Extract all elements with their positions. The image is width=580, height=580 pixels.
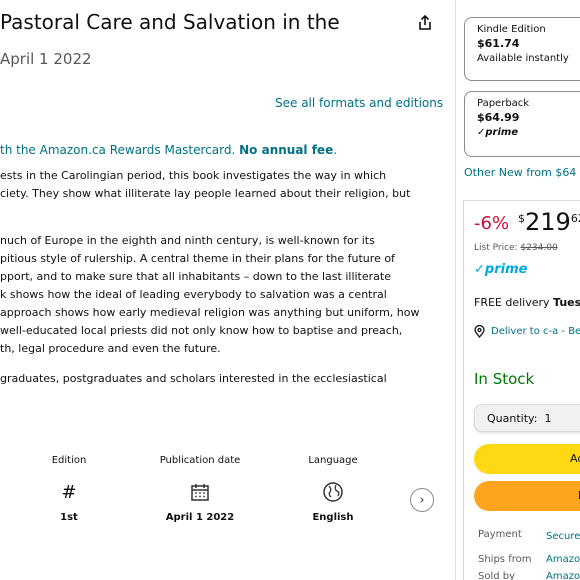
see-all-formats-link[interactable]: See all formats and editions (275, 96, 443, 110)
detail-label: Edition (51, 455, 87, 466)
sold-by-label: Sold by (478, 571, 516, 580)
promo-text: th the Amazon.ca Rewards Mastercard. (0, 143, 236, 157)
format-name: Kindle Edition (477, 24, 546, 35)
chevron-right-icon: › (419, 492, 425, 508)
calendar-icon (150, 480, 250, 504)
description-line: pport, and to make sure that all inhabit… (0, 270, 391, 283)
payment-value[interactable]: Secure (546, 531, 580, 542)
description-line: well-educated local priests did not only… (0, 324, 403, 337)
quantity-select[interactable]: Quantity: 1 (474, 404, 580, 432)
product-details-carousel: Edition # 1st Publication date April 1 2… (0, 455, 445, 545)
product-title: Pastoral Care and Salvation in the (0, 10, 340, 34)
detail-label: Publication date (159, 455, 241, 466)
buy-now-button[interactable]: B (474, 481, 580, 511)
prime-badge: ✓prime (477, 127, 519, 138)
detail-publication-date: Publication date April 1 2022 (150, 455, 250, 523)
delivery-info: FREE delivery Tues (474, 296, 580, 309)
format-availability: Available instantly (477, 53, 569, 64)
format-card-paperback[interactable]: Paperback $64.99 ✓prime (464, 91, 580, 157)
other-new-sellers-link[interactable]: Other New from $64 (464, 166, 576, 179)
rewards-promo[interactable]: th the Amazon.ca Rewards Mastercard. No … (0, 143, 337, 157)
description-line: ciety. They show what illiterate lay peo… (0, 187, 411, 200)
ships-from-value: Amazo (546, 554, 580, 565)
deliver-to-link[interactable]: Deliver to c-a - Be (474, 325, 580, 338)
payment-label: Payment (478, 529, 522, 540)
format-price: $64.99 (477, 111, 520, 124)
discount-percent: -6% (474, 213, 510, 234)
hash-icon: # (61, 481, 77, 503)
description-line: ests in the Carolingian period, this boo… (0, 169, 387, 182)
stock-status: In Stock (474, 370, 535, 388)
description-line: pitious style of rulership. A central th… (0, 252, 395, 265)
format-name: Paperback (477, 98, 530, 109)
detail-language: Language English (283, 455, 383, 523)
promo-bold: No annual fee (239, 143, 334, 157)
globe-icon (283, 480, 383, 504)
detail-value: English (312, 512, 354, 523)
carousel-next-button[interactable]: › (410, 488, 434, 512)
description-paragraph-2: nuch of Europe in the eighth and ninth c… (0, 232, 445, 358)
add-to-cart-button[interactable]: Ad (474, 444, 580, 474)
detail-edition: Edition # 1st (19, 455, 119, 523)
ships-from-label: Ships from (478, 554, 532, 565)
description-line: th, legal procedure and even the future. (0, 342, 221, 355)
description-line: graduates, postgraduates and scholars in… (0, 372, 387, 385)
format-card-kindle[interactable]: Kindle Edition $61.74 Available instantl… (464, 17, 580, 81)
description-paragraph-3: graduates, postgraduates and scholars in… (0, 370, 445, 388)
description-line: approach shows how early medieval religi… (0, 306, 420, 319)
buy-box (463, 200, 580, 580)
column-divider (455, 0, 456, 580)
share-icon[interactable] (412, 10, 438, 36)
location-pin-icon (474, 325, 485, 338)
publication-date: April 1 2022 (0, 50, 92, 68)
description-line: nuch of Europe in the eighth and ninth c… (0, 234, 375, 247)
current-price: $21962 (518, 208, 580, 236)
list-price: List Price: $234.00 (474, 243, 558, 253)
prime-badge: ✓prime (474, 262, 528, 277)
promo-end: . (333, 143, 338, 157)
format-price: $61.74 (477, 37, 520, 50)
detail-label: Language (308, 455, 358, 466)
detail-value: 1st (60, 512, 78, 523)
sold-by-value: Amazo (546, 571, 580, 580)
description-line: k shows how the ideal of leading everybo… (0, 288, 387, 301)
detail-value: April 1 2022 (165, 512, 235, 523)
description-paragraph-1: ests in the Carolingian period, this boo… (0, 167, 445, 203)
